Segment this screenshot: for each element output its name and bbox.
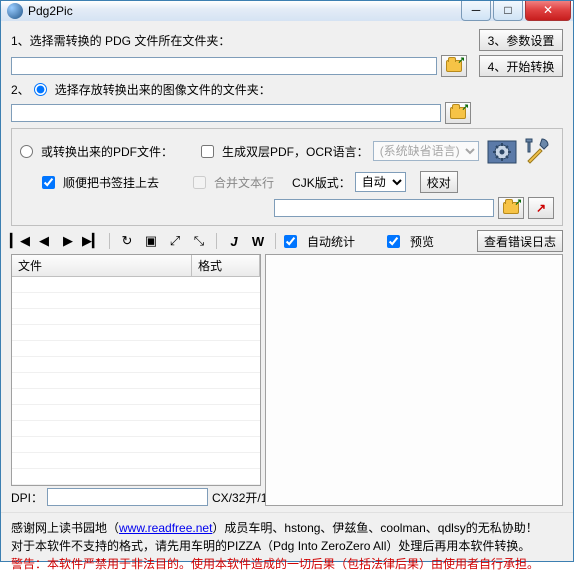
j-button[interactable]: J [225,232,243,250]
minimize-button[interactable]: ─ [461,1,491,21]
browse-source-button[interactable] [441,55,467,77]
source-folder-input[interactable] [11,57,437,75]
folder-open-icon [503,202,519,214]
output-folder-input[interactable] [11,104,441,122]
step2-prefix: 2、 [11,81,30,98]
maximize-button[interactable]: □ [493,1,523,21]
w-button[interactable]: W [249,232,267,250]
file-table[interactable]: 文件 格式 [11,254,261,486]
step2-radio-label: 选择存放转换出来的图像文件的文件夹： [55,81,271,98]
start-convert-button[interactable]: 4、开始转换 [479,55,563,77]
nav-last-button[interactable]: ▶▎ [83,232,101,250]
gear-box-icon[interactable] [486,135,518,167]
footer-line1: 感谢网上读书园地（www.readfree.net）成员车明、hstong、伊兹… [11,519,563,537]
options-group: 或转换出来的PDF文件： 生成双层PDF，OCR语言： (系统缺省语言) 顺便把… [11,128,563,226]
proof-button[interactable]: 校对 [420,171,458,193]
bookmark-check[interactable] [42,176,55,189]
folder-open-icon [446,60,462,72]
autostat-label: 自动统计 [307,233,355,250]
bookmark-label: 顺便把书签挂上去 [63,174,159,191]
toolbar: ▎◀ ◀ ▶ ▶▎ ↻ ▣ ⤢ ⤡ J W 自动统计 预览 查看错误日志 [11,230,563,252]
content-area: 1、选择需转换的 PDG 文件所在文件夹： 3、参数设置 4、开始转换 2、 选… [1,21,573,512]
folder-open-icon [450,107,466,119]
titlebar[interactable]: Pdg2Pic ─ □ ✕ [1,1,573,21]
tools-icon[interactable] [522,135,554,167]
export-button[interactable]: ↗ [528,197,554,219]
footer: 感谢网上读书园地（www.readfree.net）成员车明、hstong、伊兹… [1,512,573,581]
output-pdf-radio[interactable] [20,145,33,158]
preview-check[interactable] [387,235,400,248]
preview-label: 预览 [410,233,434,250]
params-button[interactable]: 3、参数设置 [479,29,563,51]
ocr-lang-combo[interactable]: (系统缺省语言) [373,141,479,161]
refresh-button[interactable]: ↻ [118,232,136,250]
preview-pane [265,254,563,506]
app-window: Pdg2Pic ─ □ ✕ 1、选择需转换的 PDG 文件所在文件夹： 3、参数… [0,0,574,562]
autostat-check[interactable] [284,235,297,248]
error-log-button[interactable]: 查看错误日志 [477,230,563,252]
dual-pdf-label: 生成双层PDF，OCR语言： [222,143,369,160]
export-arrow-icon: ↗ [536,201,546,215]
output-pdf-label: 或转换出来的PDF文件： [41,143,173,160]
window-title: Pdg2Pic [28,4,459,18]
zoomout-button[interactable]: ⤡ [190,232,208,250]
merge-line-label: 合并文本行 [214,174,274,191]
footer-line2: 对于本软件不支持的格式，请先用车明的PIZZA（Pdg Into ZeroZer… [11,537,563,555]
close-button[interactable]: ✕ [525,1,571,21]
dpi-label: DPI： [11,489,43,506]
footer-warning: 警告：本软件严禁用于非法目的。使用本软件造成的一切后果（包括法律后果）由使用者自… [11,555,563,573]
cjk-label: CJK版式： [292,174,351,191]
output-image-radio[interactable] [34,83,47,96]
readfree-link[interactable]: www.readfree.net [119,521,212,535]
browse-extra-button[interactable] [498,197,524,219]
nav-first-button[interactable]: ▎◀ [11,232,29,250]
app-icon [7,3,23,19]
col-file-header[interactable]: 文件 [12,255,192,276]
cjk-combo[interactable]: 自动 [355,172,406,192]
zoomin-button[interactable]: ⤢ [166,232,184,250]
table-body[interactable] [12,277,260,485]
extra-path-input[interactable] [274,199,494,217]
browse-output-button[interactable] [445,102,471,124]
mark-button[interactable]: ▣ [142,232,160,250]
dpi-input[interactable] [47,488,208,506]
col-format-header[interactable]: 格式 [192,255,260,276]
nav-prev-button[interactable]: ◀ [35,232,53,250]
nav-next-button[interactable]: ▶ [59,232,77,250]
merge-line-check [193,176,206,189]
dual-pdf-check[interactable] [201,145,214,158]
step1-label: 1、选择需转换的 PDG 文件所在文件夹： [11,32,230,49]
